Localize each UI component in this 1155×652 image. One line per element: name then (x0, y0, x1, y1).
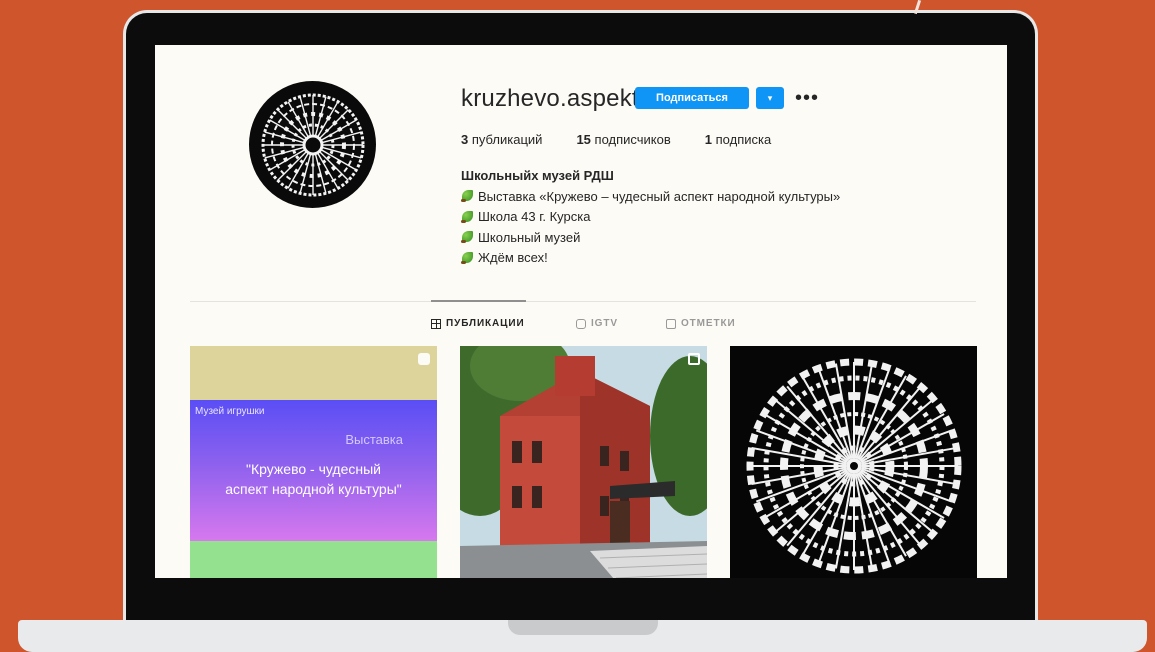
carousel-icon (418, 353, 430, 365)
lace-spoke (321, 130, 361, 143)
post-thumbnail-2[interactable] (460, 346, 707, 578)
stat-posts: 3 публикаций (461, 132, 542, 147)
green-leaf-icon (461, 231, 474, 244)
bio-line: Школа 43 г. Курска (461, 207, 840, 228)
tab-igtv-label: IGTV (591, 318, 618, 329)
post-title-line2: аспект народной культуры" (225, 481, 402, 497)
green-leaf-icon (461, 190, 474, 203)
post-green-band (190, 541, 437, 578)
igtv-icon (576, 318, 586, 329)
red-building-photo (460, 346, 707, 578)
tab-tagged-label: ОТМЕТКИ (681, 318, 736, 329)
post-mid-text: Выставка (345, 432, 403, 447)
green-leaf-icon (461, 210, 474, 224)
stat-following-count: 1 (704, 132, 712, 147)
tab-posts[interactable]: ПУБЛИКАЦИИ (431, 318, 525, 329)
lace-spoke (861, 446, 957, 466)
lace-spoke (264, 130, 304, 143)
grid-icon (431, 318, 441, 329)
instagram-profile-screen: kruzhevo.aspekt Подписаться ▾ ••• 3 публ… (155, 45, 1007, 578)
tab-active-indicator (431, 300, 526, 302)
lace-spoke (786, 471, 850, 547)
stat-posts-label: публикаций (471, 132, 543, 147)
stat-followers-count: 15 (576, 132, 591, 147)
lace-spoke (319, 108, 349, 138)
carousel-icon (688, 353, 700, 365)
tabs-divider (190, 301, 976, 302)
lace-doily-photo (746, 358, 962, 574)
lace-spoke (286, 152, 309, 189)
laptop-notch (508, 620, 658, 635)
lace-spoke (314, 96, 327, 136)
post-thumbnail-1[interactable]: Музей игрушки Выставка "Кружево - чудесн… (190, 346, 437, 578)
stat-following-label: подписка (715, 132, 772, 147)
green-leaf-icon (461, 251, 474, 265)
bio-line-text: Школьный музей (478, 229, 581, 245)
lace-spoke (751, 446, 847, 466)
stat-followers-label: подписчиков (594, 132, 671, 147)
stat-followers[interactable]: 15 подписчиков (576, 132, 670, 147)
post-thumbnail-3[interactable] (730, 346, 977, 578)
profile-bio: Школьныйх музей РДШ Выставка «Кружево – … (461, 166, 840, 269)
bio-line-text: Школа 43 г. Курска (478, 209, 591, 224)
post-small-text: Музей игрушки (195, 406, 265, 417)
lace-spoke (320, 148, 357, 171)
profile-avatar[interactable] (249, 81, 376, 208)
lace-spoke (276, 108, 306, 138)
bio-line: Школьный музей (461, 228, 840, 249)
bio-name: Школьныйх музей РДШ (461, 168, 614, 183)
stat-following[interactable]: 1 подписка (705, 132, 771, 147)
bio-line: Ждём всех! (461, 248, 840, 269)
tab-posts-label: ПУБЛИКАЦИИ (446, 318, 525, 329)
stat-posts-count: 3 (461, 132, 469, 147)
post-title: "Кружево - чудесный аспект народной куль… (190, 459, 437, 499)
profile-stats: 3 публикаций 15 подписчиков 1 подписка (461, 132, 805, 147)
bio-line-text: Ждём всех! (478, 250, 548, 265)
lace-spoke (319, 151, 349, 181)
bio-line-text: Выставка «Кружево – чудесный аспект наро… (478, 188, 841, 204)
tab-igtv[interactable]: IGTV (576, 318, 618, 329)
suggestions-dropdown-button[interactable]: ▾ (756, 87, 784, 109)
lace-spoke (276, 151, 306, 181)
tab-tagged[interactable]: ОТМЕТКИ (666, 318, 736, 329)
bio-line: Выставка «Кружево – чудесный аспект наро… (461, 187, 840, 208)
profile-username: kruzhevo.aspekt (461, 85, 639, 112)
tag-icon (666, 318, 676, 329)
more-options-icon[interactable]: ••• (795, 87, 819, 109)
follow-button[interactable]: Подписаться (635, 87, 749, 109)
lace-doily-icon (261, 93, 364, 196)
post-title-line1: "Кружево - чудесный (246, 461, 381, 477)
